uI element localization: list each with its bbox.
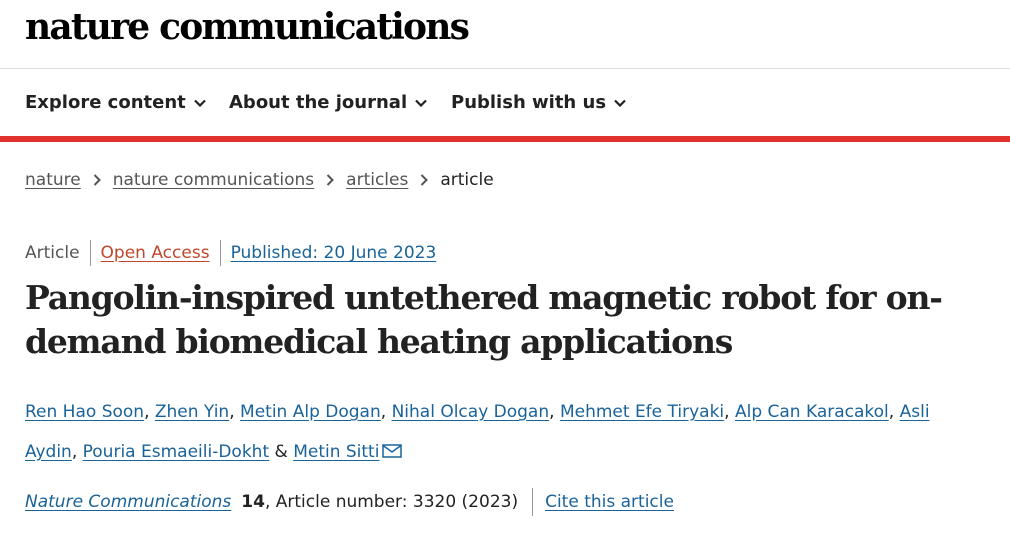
nav-about-the-journal[interactable]: About the journal — [229, 92, 427, 113]
nav-explore-content[interactable]: Explore content — [25, 92, 206, 113]
author-link[interactable]: Mehmet Efe Tiryaki — [560, 402, 724, 422]
volume-number: 14 — [241, 492, 265, 512]
breadcrumb-link-nature-communications[interactable]: nature communications — [113, 170, 314, 190]
chevron-right-icon — [420, 174, 429, 186]
chevron-down-icon — [614, 99, 626, 107]
breadcrumb-link-articles[interactable]: articles — [346, 170, 408, 190]
citation-divider — [532, 488, 534, 516]
author-link-corresponding[interactable]: Metin Sitti — [293, 442, 379, 462]
nav-item-label: About the journal — [229, 92, 408, 113]
breadcrumb: nature nature communications articles ar… — [25, 170, 494, 190]
published-date-link[interactable]: Published: 20 June 2023 — [231, 243, 437, 263]
chevron-down-icon — [193, 99, 206, 107]
author-list: Ren Hao Soon, Zhen Yin, Metin Alp Dogan,… — [25, 392, 985, 473]
article-meta: Article Open Access Published: 20 June 2… — [25, 240, 436, 266]
citation-line: Nature Communications 14 , Article numbe… — [25, 488, 674, 516]
chevron-right-icon — [93, 174, 101, 186]
article-number: , Article number: 3320 (2023) — [264, 492, 519, 512]
chevron-right-icon — [326, 174, 335, 186]
nav-item-label: Publish with us — [451, 92, 607, 113]
article-title: Pangolin-inspired untethered magnetic ro… — [25, 278, 943, 361]
article-type: Article — [25, 243, 80, 263]
author-link[interactable]: Zhen Yin — [155, 402, 229, 422]
header-logo-bar: nature communications — [0, 0, 1010, 69]
breadcrumb-link-nature[interactable]: nature — [25, 170, 81, 190]
mail-icon[interactable] — [382, 433, 403, 473]
meta-divider — [219, 240, 221, 266]
author-link[interactable]: Nihal Olcay Dogan — [392, 402, 550, 422]
cite-this-article-link[interactable]: Cite this article — [545, 492, 674, 512]
nav-item-label: Explore content — [25, 92, 186, 113]
site-logo[interactable]: nature communications — [25, 6, 470, 48]
author-link[interactable]: Pouria Esmaeili-Dokht — [83, 442, 269, 462]
nav-publish-with-us[interactable]: Publish with us — [451, 92, 626, 113]
open-access-link[interactable]: Open Access — [101, 243, 210, 263]
author-link[interactable]: Metin Alp Dogan — [240, 402, 381, 422]
journal-link[interactable]: Nature Communications — [25, 492, 231, 512]
chevron-down-icon — [415, 99, 427, 107]
main-nav: Explore content About the journal Publis… — [0, 69, 1010, 142]
breadcrumb-current: article — [440, 170, 494, 190]
author-link[interactable]: Alp Can Karacakol — [735, 402, 889, 422]
meta-divider — [89, 240, 91, 266]
author-link[interactable]: Ren Hao Soon — [25, 402, 144, 422]
